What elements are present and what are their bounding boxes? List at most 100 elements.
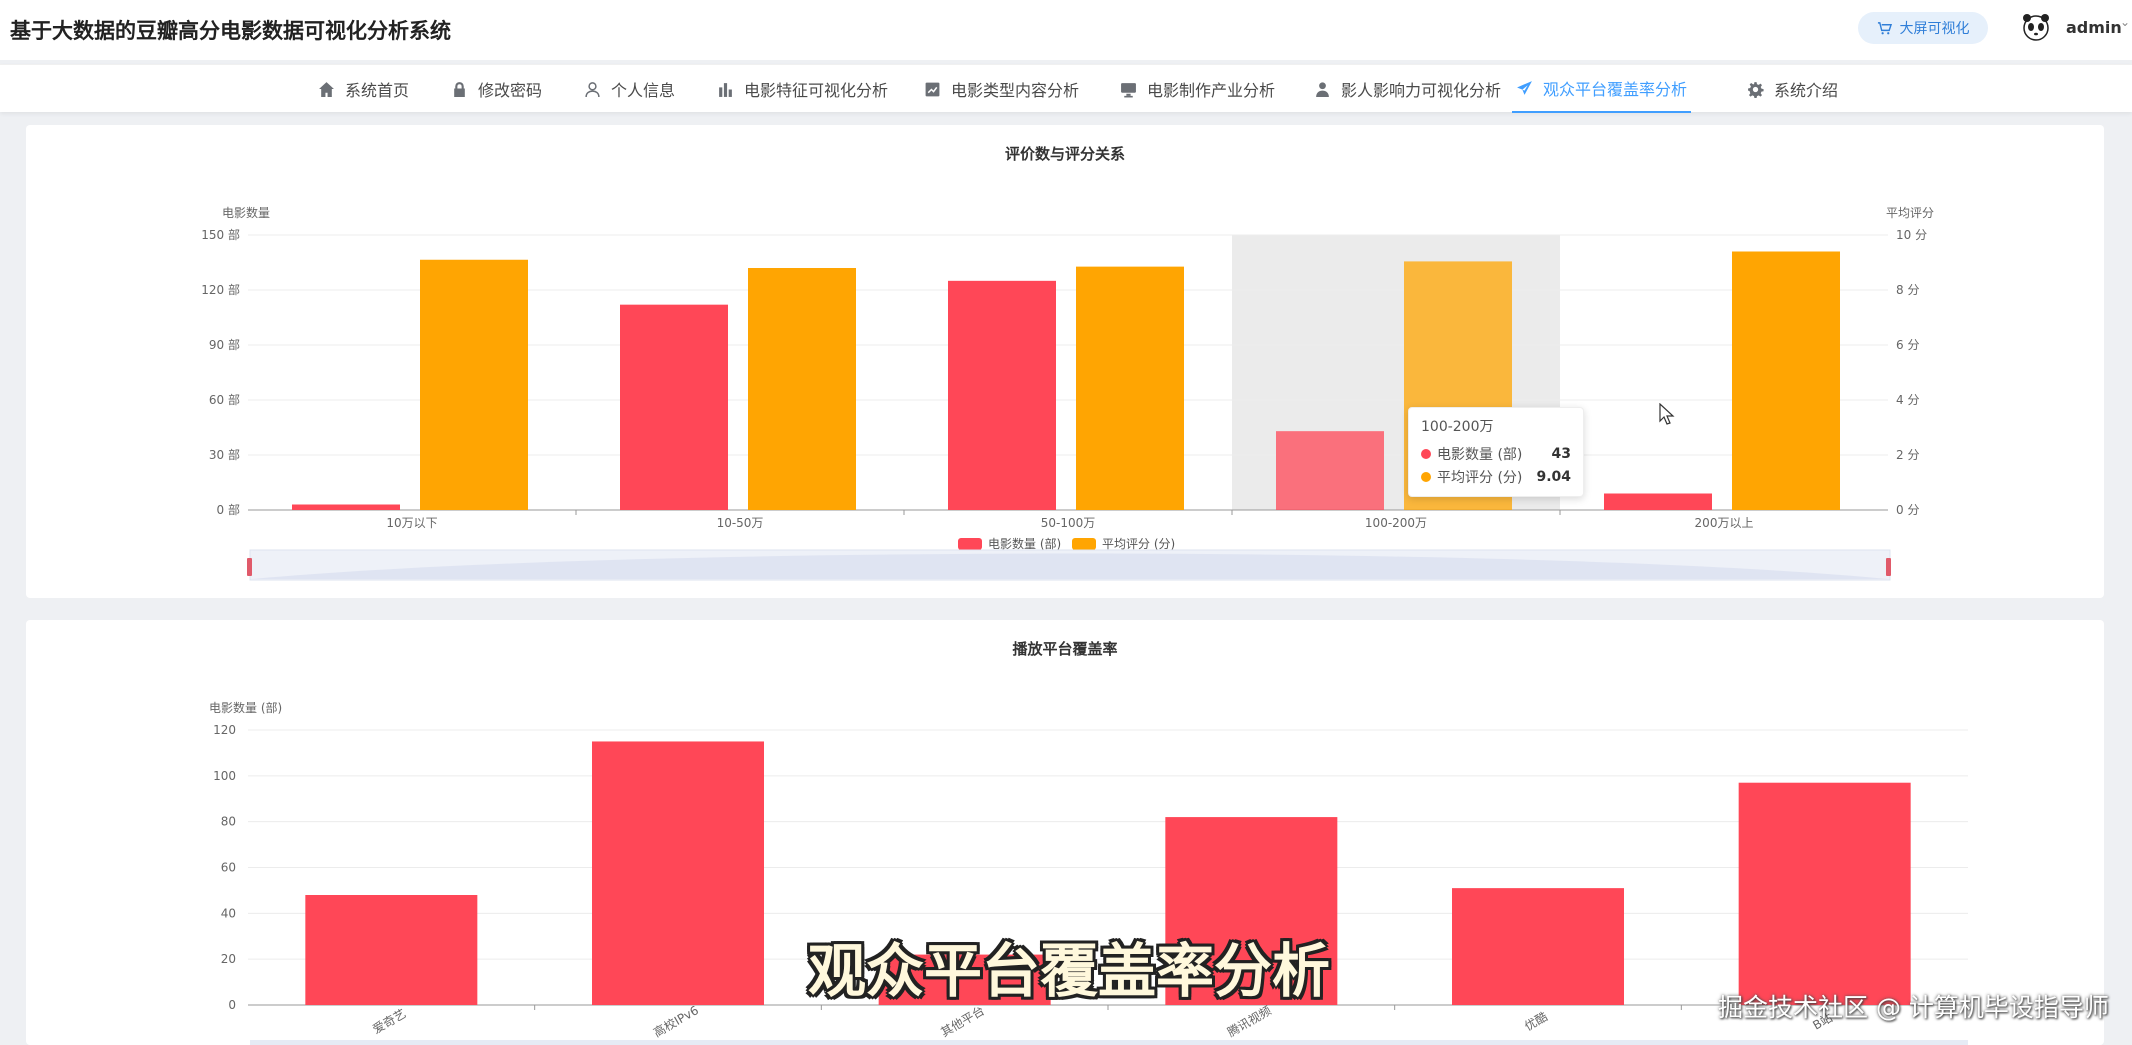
nav-item-label: 影人影响力可视化分析 (1341, 81, 1502, 100)
y-tick-label-right: 4 分 (1896, 393, 1919, 407)
y-tick-label-left: 60 部 (209, 392, 240, 407)
chart-title: 播放平台覆盖率 (1012, 640, 1117, 658)
x-tick-label: 腾讯视频 (1225, 1003, 1274, 1040)
nav-item-label: 系统首页 (345, 81, 410, 100)
gear-icon (1748, 81, 1764, 98)
tooltip-value: 9.04 (1536, 468, 1571, 485)
y-tick-label: 0 (228, 998, 236, 1012)
y-tick-label: 120 (213, 723, 236, 737)
tooltip-title: 100-200万 (1421, 419, 1494, 435)
series-dot-orange (1421, 471, 1431, 482)
y-tick-label: 20 (221, 952, 236, 966)
bar-platform-count (1452, 888, 1624, 1005)
tooltip-row: 平均评分 (分) 9.04 (1421, 465, 1571, 488)
x-tick-label: 50-100万 (1041, 516, 1096, 530)
video-subtitle: 观众平台覆盖率分析 (808, 937, 1331, 1005)
y-tick-label: 80 (221, 815, 236, 829)
monitor-icon (1121, 82, 1136, 97)
nav-item-change-password[interactable]: 修改密码 (447, 65, 546, 113)
watermark: 掘金技术社区 @ 计算机毕设指导师 (1718, 993, 2109, 1022)
app-title: 基于大数据的豆瓣高分电影数据可视化分析系统 (10, 19, 451, 43)
y-axis-label-left: 电影数量 (222, 205, 270, 220)
bar-movie-count (1604, 493, 1712, 510)
y-tick-label-right: 2 分 (1896, 448, 1919, 462)
x-tick-label: 100-200万 (1365, 516, 1427, 530)
bar-movie-count (1276, 431, 1384, 510)
bar-avg-rating (1076, 266, 1184, 510)
y-tick-label: 60 (221, 861, 236, 875)
nav-item-movie-genres[interactable]: 电影类型内容分析 (920, 65, 1083, 113)
cart-icon (1877, 21, 1892, 34)
series-dot-red (1421, 448, 1431, 459)
avatar[interactable] (2020, 11, 2052, 43)
y-tick-label: 100 (213, 769, 236, 783)
nav-item-label: 系统介绍 (1774, 81, 1839, 100)
bar-avg-rating (748, 268, 856, 510)
chart-box-icon (925, 82, 940, 96)
chevron-down-icon[interactable]: ⌄ (2120, 15, 2130, 29)
y-tick-label-left: 120 部 (201, 282, 240, 297)
data-zoom-handle-left (247, 558, 252, 576)
nav-item-label: 观众平台覆盖率分析 (1543, 80, 1688, 99)
nav-item-movie-industry[interactable]: 电影制作产业分析 (1116, 65, 1279, 113)
y-tick-label-right: 0 分 (1896, 503, 1919, 517)
data-zoom-handle-right (1886, 558, 1891, 576)
tooltip-label: 电影数量 (部) (1437, 446, 1523, 463)
x-tick-label: 200万以上 (1695, 516, 1754, 530)
chart-tooltip: 100-200万 电影数量 (部) 43 平均评分 (分) 9.04 (1408, 407, 1584, 497)
bar-avg-rating (420, 259, 528, 510)
app-header: 基于大数据的豆瓣高分电影数据可视化分析系统 大屏可视化 admin ⌄ (0, 0, 2132, 60)
y-tick-label-right: 8 分 (1896, 283, 1919, 297)
nav-item-label: 电影特征可视化分析 (744, 81, 889, 100)
legend-swatch-avg-rating (1072, 538, 1096, 550)
user-icon (585, 81, 600, 97)
main-nav: 系统首页 修改密码 个人信息 电影特征可视化分析 电影类型内容分析 电影制作产业… (0, 64, 2132, 113)
person-icon (1316, 81, 1329, 97)
x-tick-label: 爱奇艺 (370, 1006, 408, 1036)
bar-platform-count (592, 741, 764, 1005)
tooltip-value: 43 (1551, 445, 1571, 462)
y-axis-label: 电影数量 (部) (209, 700, 282, 715)
tooltip-row: 电影数量 (部) 43 (1421, 442, 1571, 465)
nav-item-profile[interactable]: 个人信息 (580, 65, 679, 113)
data-zoom-slider (250, 1040, 1968, 1045)
mouse-cursor-icon (1659, 403, 1675, 425)
bar-movie-count (948, 280, 1056, 510)
home-icon (319, 81, 334, 97)
bar-movie-count (292, 504, 400, 510)
x-tick-label: 10-50万 (717, 516, 764, 530)
chart-title: 评价数与评分关系 (1005, 145, 1125, 163)
legend-label: 平均评分 (分) (1102, 537, 1175, 551)
legend-label: 电影数量 (部) (988, 536, 1061, 551)
send-icon (1517, 80, 1532, 95)
y-tick-label-left: 90 部 (209, 337, 240, 352)
bigscreen-button[interactable]: 大屏可视化 (1858, 12, 1988, 44)
bar-avg-rating (1732, 251, 1840, 510)
y-axis-label-right: 平均评分 (1886, 206, 1934, 220)
x-tick-label: 10万以下 (386, 516, 437, 530)
bar-platform-count (305, 895, 478, 1005)
y-tick-label-left: 0 部 (217, 502, 240, 517)
nav-item-people-influence[interactable]: 影人影响力可视化分析 (1310, 65, 1505, 113)
y-tick-label-right: 6 分 (1896, 338, 1919, 352)
nav-item-movie-features[interactable]: 电影特征可视化分析 (713, 65, 892, 113)
rating-relation-card: 评价数与评分关系电影数量 平均评分 0 部 0 分 30 部 2 分 60 部 4 分 90 部… (26, 125, 2104, 598)
y-tick-label-left: 30 部 (209, 447, 240, 462)
x-tick-label: 高校IPv6 (651, 1002, 701, 1040)
nav-item-label: 个人信息 (611, 81, 676, 100)
user-name[interactable]: admin (2066, 18, 2122, 37)
nav-item-platform-coverage[interactable]: 观众平台覆盖率分析 (1512, 65, 1692, 113)
rating-relation-chart: 评价数与评分关系电影数量 平均评分 0 部 0 分 30 部 2 分 60 部 4 分 90 部… (201, 145, 1934, 581)
y-tick-label-right: 10 分 (1896, 228, 1927, 242)
legend-swatch-movie-count (958, 538, 982, 550)
bar-chart-icon (719, 82, 732, 97)
nav-item-about[interactable]: 系统介绍 (1743, 65, 1842, 113)
bar-movie-count (620, 304, 728, 510)
y-tick-label-left: 150 部 (201, 227, 240, 242)
nav-item-label: 修改密码 (478, 81, 543, 100)
x-tick-label: 其他平台 (938, 1003, 987, 1040)
y-tick-label: 40 (221, 906, 236, 920)
lock-icon (454, 81, 465, 97)
nav-item-label: 电影类型内容分析 (951, 81, 1080, 100)
nav-item-home[interactable]: 系统首页 (314, 65, 413, 113)
